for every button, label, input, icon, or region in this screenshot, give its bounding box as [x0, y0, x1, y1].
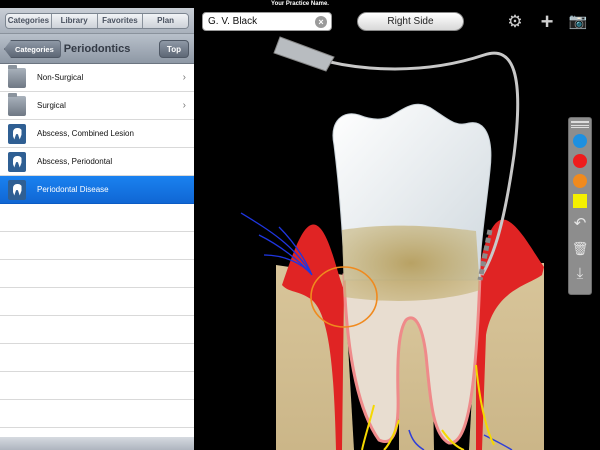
save-icon[interactable]: ⤓ [570, 265, 590, 283]
empty-row [0, 316, 194, 344]
drawing-palette: ↶ 🗑 ⤓ [568, 117, 592, 295]
top-button[interactable]: Top [158, 40, 189, 58]
probe-handle [273, 36, 335, 72]
list-item-periodontal-disease[interactable]: Periodontal Disease [0, 176, 194, 204]
empty-row [0, 344, 194, 372]
list-item-label: Periodontal Disease [37, 185, 109, 194]
empty-row [0, 232, 194, 260]
tooth-icon [8, 151, 26, 172]
tooth-icon [8, 179, 26, 200]
chevron-right-icon: › [182, 72, 186, 83]
empty-row [0, 288, 194, 316]
view-button[interactable]: Right Side [357, 12, 464, 31]
empty-row [0, 400, 194, 428]
empty-row [0, 260, 194, 288]
empty-row [0, 372, 194, 400]
plaque-deposit [342, 225, 480, 301]
folder-icon [8, 64, 26, 88]
trash-icon[interactable]: 🗑 [570, 240, 590, 258]
left-bottom-bar [0, 437, 194, 450]
patient-name-value: G. V. Black [208, 16, 258, 27]
status-bar: Your Practice Name. [0, 0, 600, 8]
patient-name-field[interactable]: G. V. Black × [202, 12, 332, 31]
list-item-label: Abscess, Combined Lesion [37, 129, 134, 138]
segment-bar: Categories Library Favorites Plan [0, 8, 194, 34]
main-view: G. V. Black × Right Side ⚙ + 📷 ↶ 🗑 ⤓ [194, 8, 600, 450]
topic-list: Non-Surgical › Surgical › Abscess, Combi… [0, 64, 194, 450]
palette-grip-icon[interactable] [571, 121, 589, 128]
segment-categories[interactable]: Categories [6, 13, 52, 28]
color-swatch-orange[interactable] [573, 174, 587, 188]
tooth-illustration [240, 36, 544, 450]
chevron-right-icon: › [182, 100, 186, 111]
gears-icon[interactable]: ⚙ [505, 12, 525, 32]
list-item-surgical[interactable]: Surgical › [0, 92, 194, 120]
color-swatch-yellow[interactable] [573, 194, 587, 208]
tooth-icon [8, 123, 26, 144]
undo-icon[interactable]: ↶ [570, 215, 590, 233]
top-toolbar: G. V. Black × Right Side ⚙ + 📷 [194, 8, 600, 35]
nav-bar: Categories Periodontics Top [0, 34, 194, 64]
page-title: Periodontics [63, 42, 131, 55]
back-button[interactable]: Categories [4, 40, 61, 58]
segment-plan[interactable]: Plan [143, 13, 188, 28]
empty-row [0, 204, 194, 232]
practice-name: Your Practice Name. [271, 1, 329, 7]
list-item-abscess-combined[interactable]: Abscess, Combined Lesion [0, 120, 194, 148]
list-item-label: Non-Surgical [37, 73, 84, 82]
list-item-non-surgical[interactable]: Non-Surgical › [0, 64, 194, 92]
list-item-abscess-periodontal[interactable]: Abscess, Periodontal [0, 148, 194, 176]
list-item-label: Abscess, Periodontal [37, 157, 113, 166]
left-panel: Categories Library Favorites Plan Catego… [0, 8, 194, 450]
color-swatch-blue[interactable] [573, 134, 587, 148]
list-item-label: Surgical [37, 101, 66, 110]
segmented-control: Categories Library Favorites Plan [5, 12, 189, 29]
segment-library[interactable]: Library [51, 13, 98, 28]
clear-icon[interactable]: × [315, 16, 327, 28]
folder-icon [8, 92, 26, 116]
add-icon[interactable]: + [537, 11, 557, 33]
segment-favorites[interactable]: Favorites [97, 13, 144, 28]
camera-icon[interactable]: 📷 [568, 12, 588, 32]
color-swatch-red[interactable] [573, 154, 587, 168]
